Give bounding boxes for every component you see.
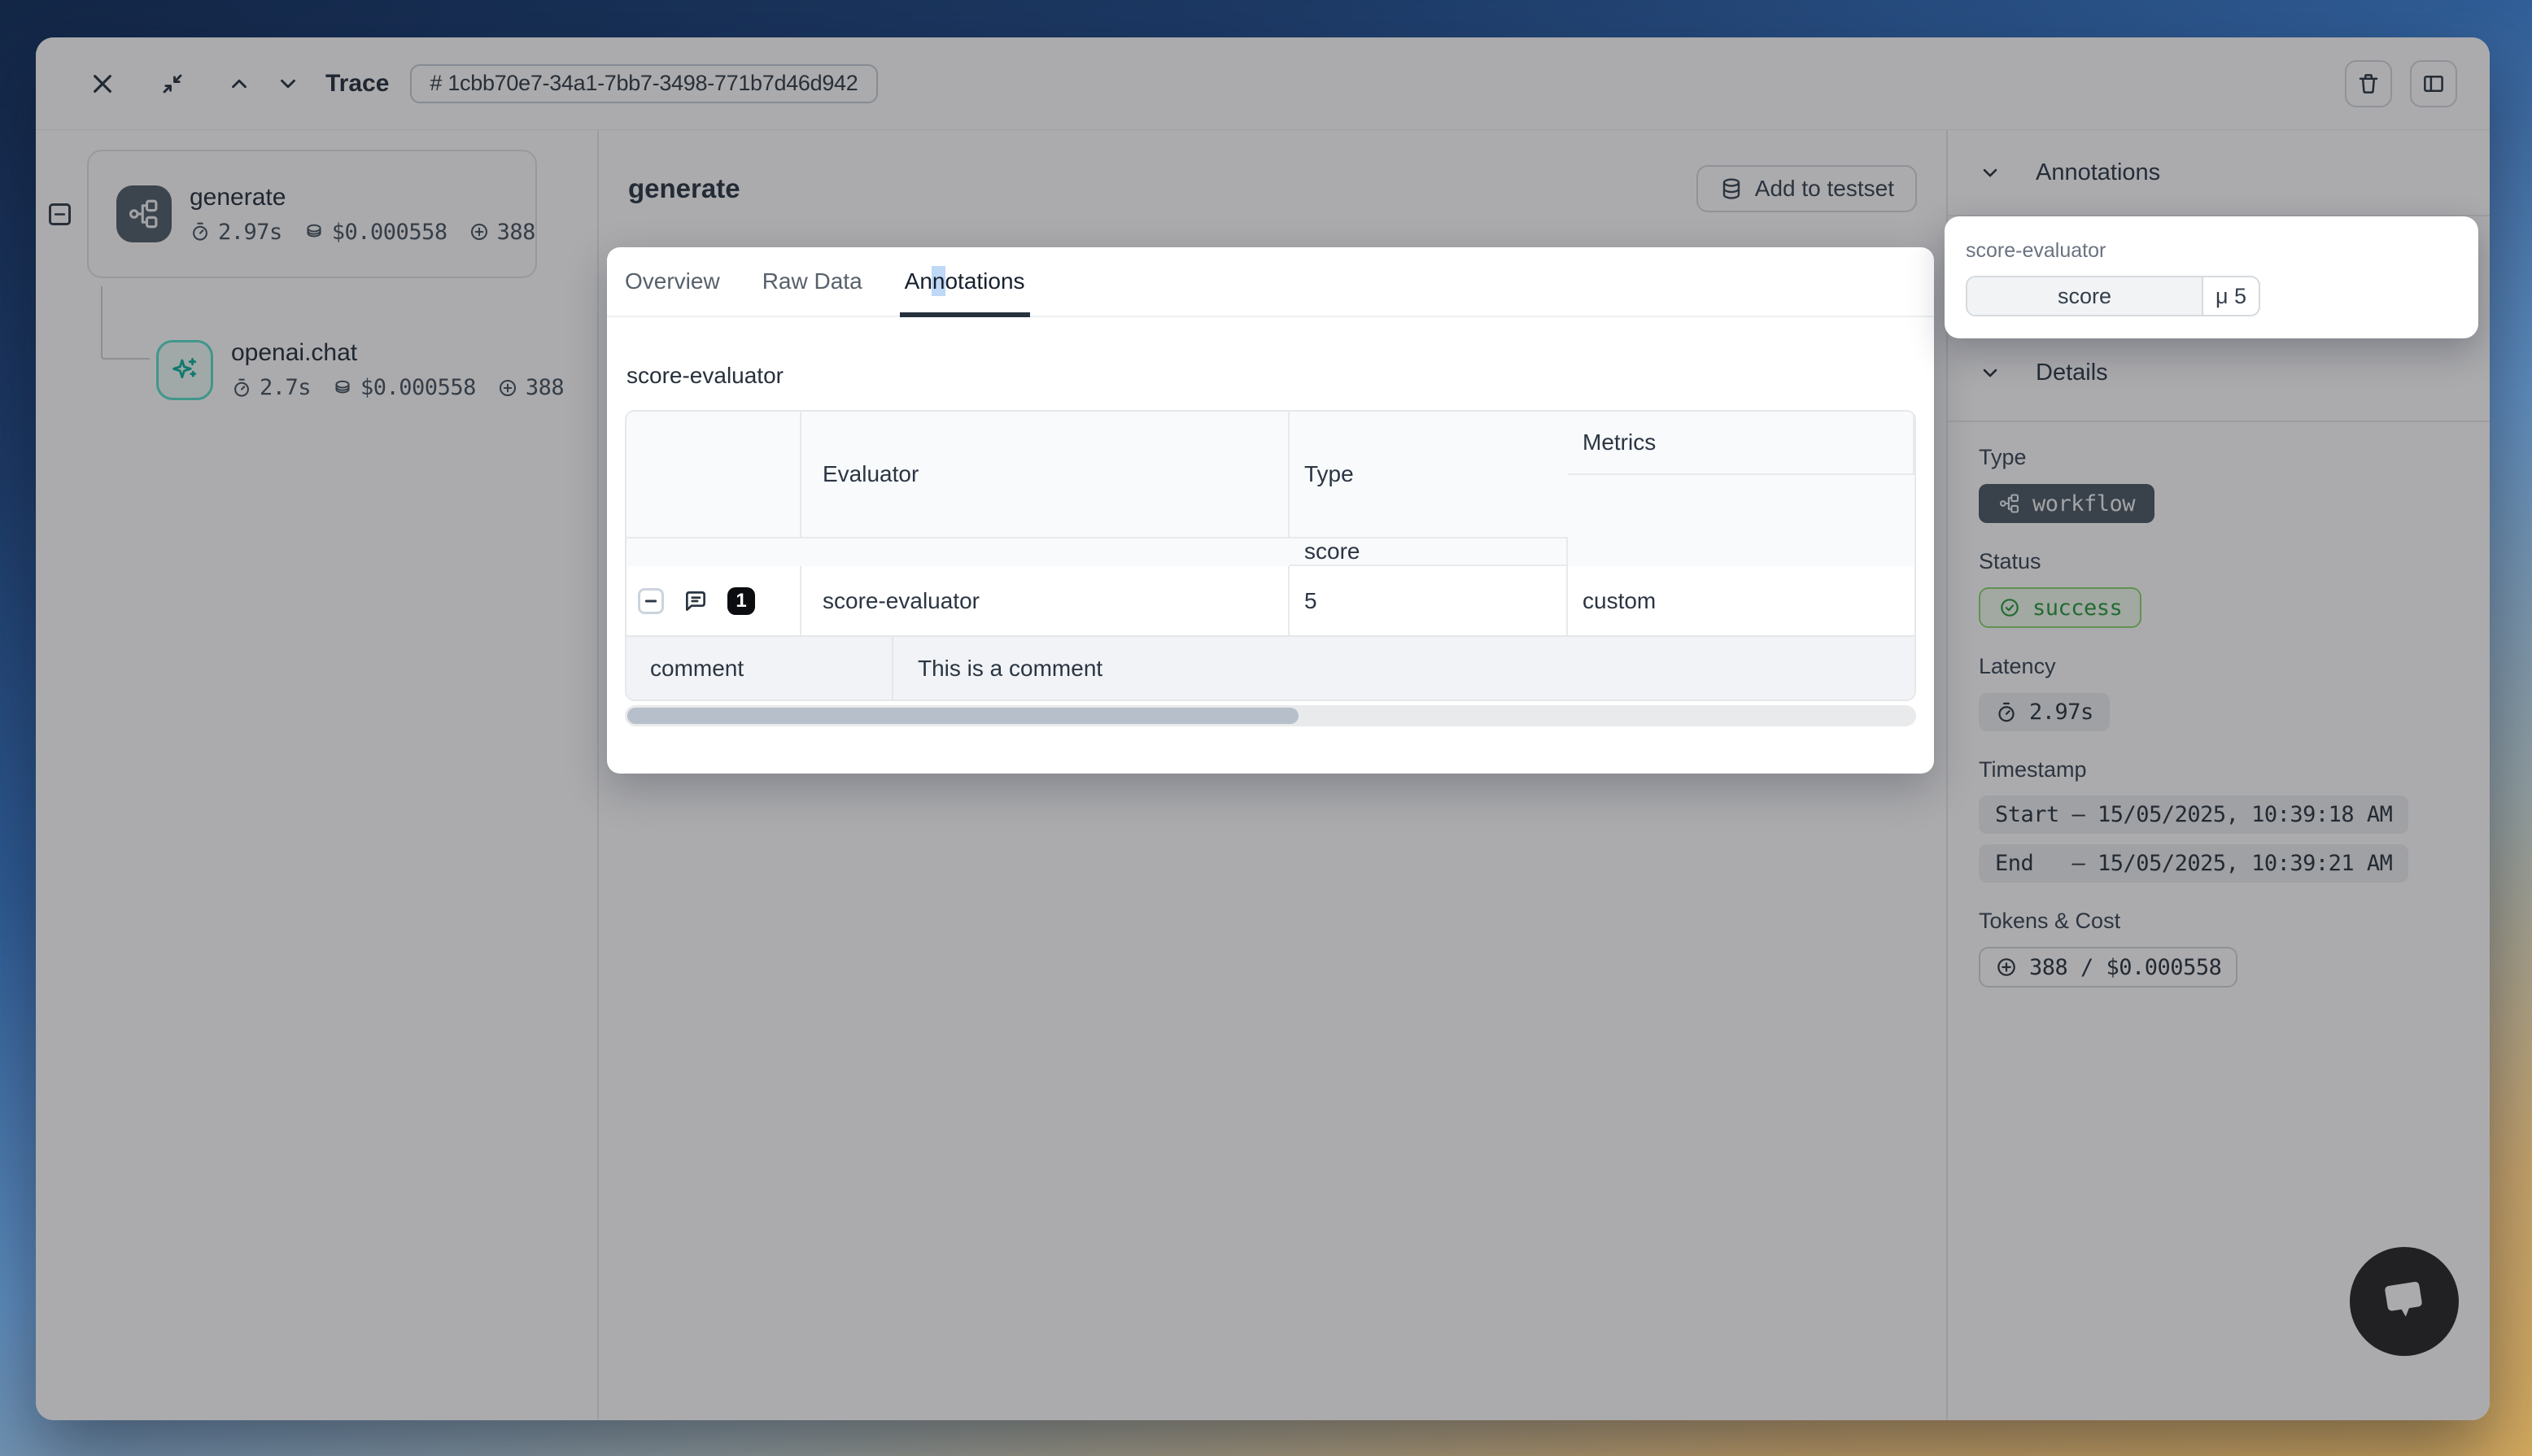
row-checkbox-indeterminate[interactable] — [638, 588, 664, 614]
sparkles-icon — [156, 340, 213, 400]
status-label: Status — [1979, 549, 2490, 574]
trace-id-pill[interactable]: # 1cbb70e7-34a1-7bb7-3498-771b7d46d942 — [410, 64, 877, 103]
chevron-down-icon — [276, 72, 300, 96]
span-detail-header: generate Add to testset — [599, 130, 1946, 247]
support-chat-button[interactable] — [2350, 1247, 2459, 1356]
cell-evaluator: score-evaluator — [801, 566, 1290, 635]
annotations-table: Evaluator Metrics Type score 1 — [625, 410, 1916, 701]
scrollbar-thumb[interactable] — [627, 708, 1299, 724]
delete-trace-button[interactable] — [2345, 60, 2392, 107]
plus-circle-icon — [1995, 956, 2018, 979]
annotations-card: Overview Raw Data Annotations score-eval… — [607, 247, 1934, 774]
type-label: Type — [1979, 445, 2490, 470]
coins-icon — [332, 377, 353, 399]
type-badge: workflow — [1979, 484, 2154, 523]
timestamp-end-badge: End – 15/05/2025, 10:39:21 AM — [1979, 844, 2408, 883]
header-cell-tools — [626, 412, 801, 538]
add-to-testset-button[interactable]: Add to testset — [1696, 165, 1917, 212]
comment-row: comment This is a comment — [626, 635, 1914, 700]
toolbar: Trace # 1cbb70e7-34a1-7bb7-3498-771b7d46… — [36, 37, 2490, 130]
span-tree-panel: generate 2.97s $0.000558 388 — [36, 130, 599, 1419]
tree-collapse-toggle[interactable] — [49, 203, 71, 225]
trace-label: Trace — [325, 70, 389, 98]
latency-badge: 2.97s — [1979, 693, 2110, 731]
chevron-down-icon — [1979, 361, 2002, 384]
page-title: generate — [628, 173, 740, 204]
header-cell-evaluator: Evaluator — [801, 412, 1290, 538]
tree-node-generate[interactable]: generate 2.97s $0.000558 388 — [87, 150, 537, 278]
tab-raw-data[interactable]: Raw Data — [762, 247, 862, 316]
tree-node-openai-chat[interactable]: openai.chat 2.7s $0.000558 388 — [156, 339, 564, 400]
cell-score: 5 — [1290, 566, 1568, 635]
comment-label: comment — [626, 637, 893, 700]
details-sidebar: Annotations score-evaluator score μ 5 De… — [1948, 130, 2490, 1419]
evaluator-heading: score-evaluator — [626, 363, 1914, 389]
stopwatch-icon — [231, 377, 252, 399]
collapse-button[interactable] — [151, 63, 194, 105]
plus-circle-icon — [497, 377, 518, 399]
tokens-cost-badge: 388 / $0.000558 — [1979, 947, 2237, 987]
tab-bar: Overview Raw Data Annotations — [607, 247, 1934, 317]
cell-type: custom — [1568, 566, 1914, 635]
workflow-icon — [1998, 492, 2021, 515]
close-button[interactable] — [81, 63, 124, 105]
score-evaluator-popover: score-evaluator score μ 5 — [1945, 216, 2478, 338]
annotations-section-header[interactable]: Annotations — [1948, 130, 2490, 215]
table-row[interactable]: 1 score-evaluator 5 custom — [626, 566, 1914, 635]
chevron-down-icon — [1979, 161, 2002, 184]
latency-label: Latency — [1979, 654, 2490, 679]
table-header: Evaluator Metrics Type score — [626, 412, 1914, 566]
close-icon — [89, 71, 116, 97]
tree-connector-line — [101, 286, 150, 360]
text-selection-highlight: n — [932, 266, 946, 296]
annotations-tab-content: score-evaluator Evaluator Metrics Type s… — [607, 363, 1934, 726]
prev-span-button[interactable] — [223, 63, 255, 105]
span-cost: $0.000558 — [332, 375, 476, 400]
tokens-cost-label: Tokens & Cost — [1979, 909, 2490, 934]
span-detail-panel: generate Add to testset Overview Raw Dat… — [599, 130, 1948, 1419]
chevron-up-icon — [227, 72, 251, 96]
minus-icon — [644, 594, 658, 608]
span-latency: 2.7s — [231, 375, 311, 400]
span-name: generate — [190, 184, 535, 211]
score-input-group[interactable]: score μ 5 — [1966, 276, 2260, 316]
details-section-header[interactable]: Details — [1948, 330, 2490, 415]
span-latency: 2.97s — [190, 220, 282, 245]
score-metric-field[interactable]: score — [1967, 277, 2203, 315]
minus-icon — [53, 207, 67, 221]
score-mean-value: μ 5 — [2203, 277, 2259, 315]
header-cell-metrics: Metrics — [1568, 412, 1914, 475]
database-icon — [1719, 177, 1744, 201]
stopwatch-icon — [190, 221, 211, 242]
header-cell-metric-score: score — [1290, 538, 1568, 566]
comment-icon[interactable] — [682, 587, 709, 615]
coins-icon — [303, 221, 325, 242]
timestamp-label: Timestamp — [1979, 757, 2490, 782]
collapse-icon — [160, 72, 185, 96]
plus-circle-icon — [469, 221, 490, 242]
chat-bubble-icon — [2373, 1270, 2436, 1333]
span-tokens: 388 — [497, 375, 564, 400]
popover-evaluator-label: score-evaluator — [1966, 239, 2457, 263]
horizontal-scrollbar[interactable] — [625, 705, 1916, 726]
span-name: openai.chat — [231, 339, 564, 367]
span-cost: $0.000558 — [303, 220, 447, 245]
header-cell-type: Type — [1290, 412, 1568, 538]
span-tokens: 388 — [469, 220, 535, 245]
toggle-sidepanel-button[interactable] — [2410, 60, 2457, 107]
side-panel-icon — [2421, 72, 2446, 96]
comment-value: This is a comment — [893, 637, 1102, 700]
tab-overview[interactable]: Overview — [625, 247, 720, 316]
status-badge: success — [1979, 587, 2141, 628]
next-span-button[interactable] — [272, 63, 304, 105]
trace-modal: Trace # 1cbb70e7-34a1-7bb7-3498-771b7d46… — [36, 37, 2490, 1420]
check-circle-icon — [1998, 596, 2021, 619]
workflow-icon — [116, 185, 172, 242]
details-list: Type workflow Status success Latency 2.9… — [1948, 421, 2490, 987]
timestamp-start-badge: Start – 15/05/2025, 10:39:18 AM — [1979, 796, 2408, 834]
tab-annotations[interactable]: Annotations — [905, 247, 1025, 316]
comment-count-badge[interactable]: 1 — [727, 587, 755, 615]
stopwatch-icon — [1995, 701, 2018, 724]
trash-icon — [2356, 72, 2381, 96]
